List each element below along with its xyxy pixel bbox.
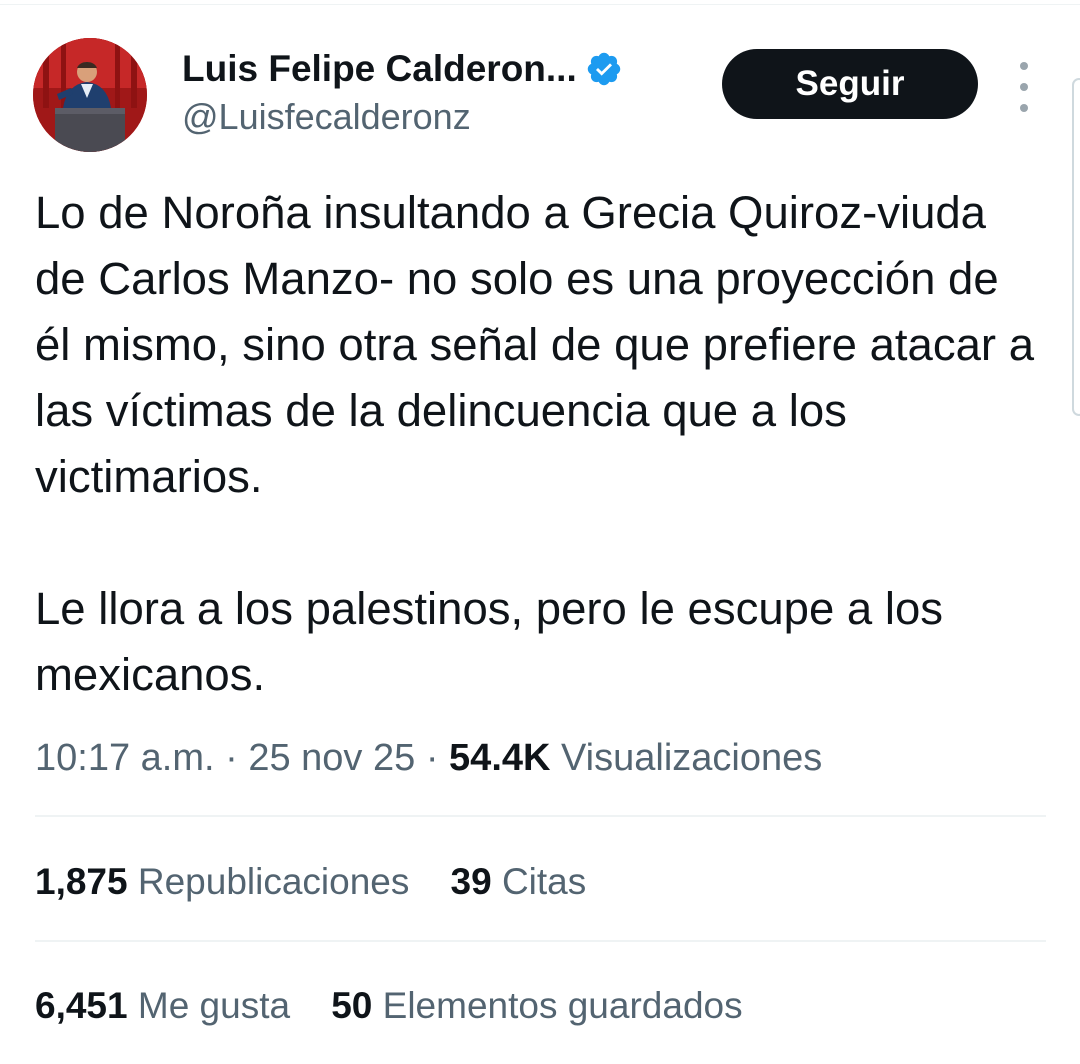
reposts-count: 1,875 [35, 861, 128, 902]
top-divider [0, 4, 1080, 5]
stats-divider-middle [35, 940, 1046, 942]
bookmarks-stat[interactable]: 50 Elementos guardados [331, 982, 742, 1030]
views-label: Visualizaciones [561, 737, 823, 779]
tweet-meta: 10:17 a.m. · 25 nov 25 · 54.4K Visualiza… [35, 734, 822, 782]
meta-separator: · [425, 737, 439, 779]
stats-divider-top [35, 815, 1046, 817]
avatar[interactable] [33, 38, 147, 152]
views-count: 54.4K [449, 737, 551, 779]
author-display-name[interactable]: Luis Felipe Calderon... [182, 48, 577, 90]
likes-count: 6,451 [35, 985, 128, 1026]
adjacent-card-edge [1072, 78, 1080, 416]
tweet-date[interactable]: 25 nov 25 [248, 737, 415, 779]
bookmarks-label: Elementos guardados [382, 985, 743, 1026]
tweet-text: Lo de Noroña insultando a Grecia Quiroz-… [35, 180, 1035, 708]
verified-badge-icon [587, 52, 620, 86]
quotes-label: Citas [501, 861, 587, 902]
tweet-time[interactable]: 10:17 a.m. [35, 737, 215, 779]
meta-separator: · [225, 737, 238, 779]
likes-stat[interactable]: 6,451 Me gusta [35, 982, 290, 1030]
reposts-stat[interactable]: 1,875 Republicaciones [35, 858, 409, 906]
bookmarks-count: 50 [331, 985, 373, 1026]
tweet-paragraph-2: Le llora a los palestinos, pero le escup… [35, 583, 944, 700]
quotes-count: 39 [450, 861, 492, 902]
author-handle[interactable]: @Luisfecalderonz [182, 96, 471, 138]
reposts-label: Republicaciones [137, 861, 410, 902]
stats-row-likes: 6,451 Me gusta 50 Elementos guardados [35, 982, 743, 1030]
quotes-stat[interactable]: 39 Citas [451, 858, 587, 906]
tweet-paragraph-1: Lo de Noroña insultando a Grecia Quiroz-… [35, 187, 1035, 502]
stats-row-reposts: 1,875 Republicaciones 39 Citas [35, 858, 586, 906]
follow-button[interactable]: Seguir [722, 49, 978, 119]
likes-label: Me gusta [137, 985, 291, 1026]
author-name-row: Luis Felipe Calderon... [182, 44, 623, 94]
more-vertical-icon[interactable] [1012, 62, 1036, 112]
